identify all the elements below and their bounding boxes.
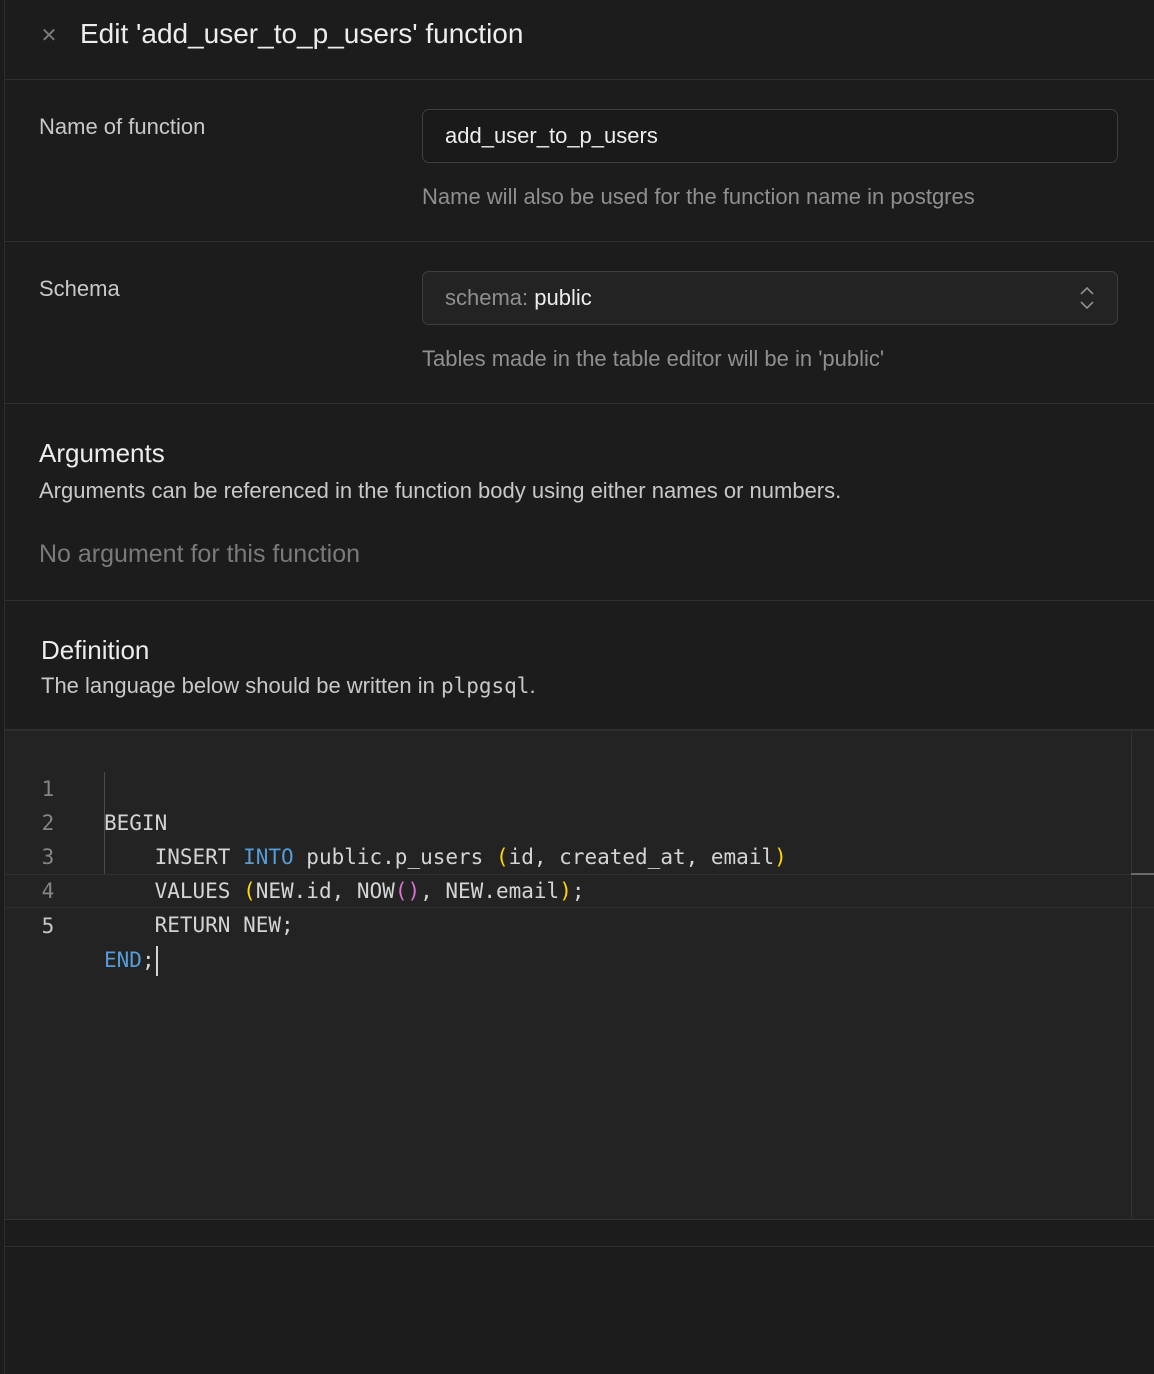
close-icon[interactable]: ✕ — [37, 24, 61, 48]
code-line-active[interactable]: 5 END; — [5, 874, 1154, 976]
code-text: RETURN NEW; — [104, 913, 294, 937]
no-arguments-text: No argument for this function — [39, 540, 360, 568]
editor-scrollbar[interactable] — [1131, 731, 1132, 1219]
code-editor[interactable]: 1 BEGIN 2 INSERT INTO public.p_users (id… — [5, 730, 1154, 1220]
function-name-input[interactable]: add_user_to_p_users — [422, 109, 1118, 163]
code-line[interactable]: 2 INSERT INTO public.p_users (id, create… — [5, 772, 1154, 869]
schema-value: public — [534, 285, 592, 310]
line-number: 5 — [41, 914, 55, 938]
panel-header: ✕ Edit 'add_user_to_p_users' function — [5, 0, 1154, 80]
footer-divider — [5, 1246, 1154, 1247]
name-row: Name of function add_user_to_p_users Nam… — [5, 80, 1154, 242]
page-title: Edit 'add_user_to_p_users' function — [80, 18, 524, 49]
definition-desc-prefix: The language below should be written in — [41, 673, 435, 698]
definition-desc-suffix: . — [529, 673, 536, 698]
language-name: plpgsql — [440, 674, 530, 698]
text-cursor — [155, 946, 158, 976]
function-name-value: add_user_to_p_users — [445, 123, 658, 148]
schema-prefix: schema: — [445, 285, 529, 310]
definition-section: Definition The language below should be … — [5, 601, 1154, 730]
schema-helper-text: Tables made in the table editor will be … — [422, 346, 885, 371]
code-line[interactable]: 1 BEGIN — [5, 738, 1154, 835]
schema-select[interactable]: schema: public — [422, 271, 1118, 325]
schema-row: Schema schema: public Tables made in the… — [5, 242, 1154, 404]
edit-function-panel: ✕ Edit 'add_user_to_p_users' function Na… — [4, 0, 1154, 1374]
schema-label: Schema — [39, 276, 120, 301]
arguments-section: Arguments Arguments can be referenced in… — [5, 404, 1154, 601]
arguments-title: Arguments — [39, 438, 165, 468]
code-line[interactable]: 4 RETURN NEW; — [5, 840, 1154, 937]
scrollbar-marker — [1131, 873, 1154, 875]
definition-title: Definition — [41, 635, 150, 665]
name-label: Name of function — [39, 114, 206, 139]
arguments-description: Arguments can be referenced in the funct… — [39, 478, 842, 503]
name-helper-text: Name will also be used for the function … — [422, 184, 975, 209]
definition-description: The language below should be written in … — [41, 673, 536, 699]
code-text: END; — [104, 943, 158, 977]
chevron-up-down-icon — [1079, 285, 1095, 311]
code-line[interactable]: 3 VALUES (NEW.id, NOW(), NEW.email); — [5, 806, 1154, 903]
